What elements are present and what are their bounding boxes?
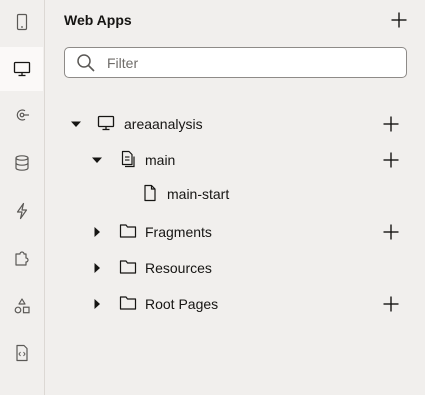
tree-row-root-pages[interactable]: Root Pages [45, 289, 425, 319]
tree-label: Fragments [145, 224, 212, 240]
desktop-monitor-icon [13, 61, 30, 77]
caret-down-icon[interactable] [70, 118, 82, 130]
add-web-app-button[interactable] [388, 9, 410, 31]
rail-data-button[interactable] [0, 141, 44, 185]
plus-icon [383, 152, 399, 168]
panel-title: Web Apps [64, 12, 132, 28]
filter-field[interactable] [64, 47, 407, 78]
service-connection-icon [16, 109, 29, 121]
filter-input[interactable] [107, 48, 397, 77]
caret-right-icon[interactable] [91, 262, 103, 274]
tree-row-main-start[interactable]: main-start [45, 179, 425, 209]
search-icon [77, 54, 95, 72]
caret-right-icon[interactable] [91, 298, 103, 310]
tree-label: Resources [145, 260, 212, 276]
tree-label: main-start [167, 186, 230, 202]
tree-row-resources[interactable]: Resources [45, 253, 425, 283]
rail-source-button[interactable] [0, 331, 44, 375]
flow-document-icon [121, 150, 135, 168]
add-fragment-button[interactable] [380, 221, 402, 243]
rail-components-button[interactable] [0, 236, 44, 280]
rail-processes-button[interactable] [0, 189, 44, 233]
rail-services-button[interactable] [0, 93, 44, 137]
rail-web-button[interactable] [0, 47, 43, 91]
lightning-icon [16, 202, 28, 220]
caret-down-icon[interactable] [91, 154, 103, 166]
add-to-areaanalysis-button[interactable] [380, 113, 402, 135]
plus-icon [383, 296, 399, 312]
plus-icon [383, 116, 399, 132]
activity-rail [0, 0, 45, 395]
tree-row-fragments[interactable]: Fragments [45, 217, 425, 247]
puzzle-icon [15, 251, 29, 266]
caret-right-icon[interactable] [91, 226, 103, 238]
tree-row-main[interactable]: main [45, 145, 425, 175]
add-to-main-button[interactable] [380, 149, 402, 171]
code-file-icon [16, 344, 28, 362]
folder-icon [119, 260, 137, 274]
web-apps-panel: Web Apps areaanalysis [45, 0, 425, 395]
plus-icon [391, 12, 407, 28]
desktop-monitor-icon [97, 115, 115, 131]
rail-mobile-button[interactable] [0, 0, 44, 44]
tree-label: Root Pages [145, 296, 219, 312]
add-root-page-button[interactable] [380, 293, 402, 315]
database-icon [15, 155, 29, 171]
tree-label: areaanalysis [124, 116, 203, 132]
rail-resources-button[interactable] [0, 284, 44, 328]
shapes-icon [14, 298, 30, 314]
tree-row-areaanalysis[interactable]: areaanalysis [45, 109, 425, 139]
page-file-icon [144, 184, 156, 202]
mobile-device-icon [16, 13, 28, 31]
folder-icon [119, 224, 137, 238]
tree-label: main [145, 152, 176, 168]
plus-icon [383, 224, 399, 240]
folder-icon [119, 296, 137, 310]
